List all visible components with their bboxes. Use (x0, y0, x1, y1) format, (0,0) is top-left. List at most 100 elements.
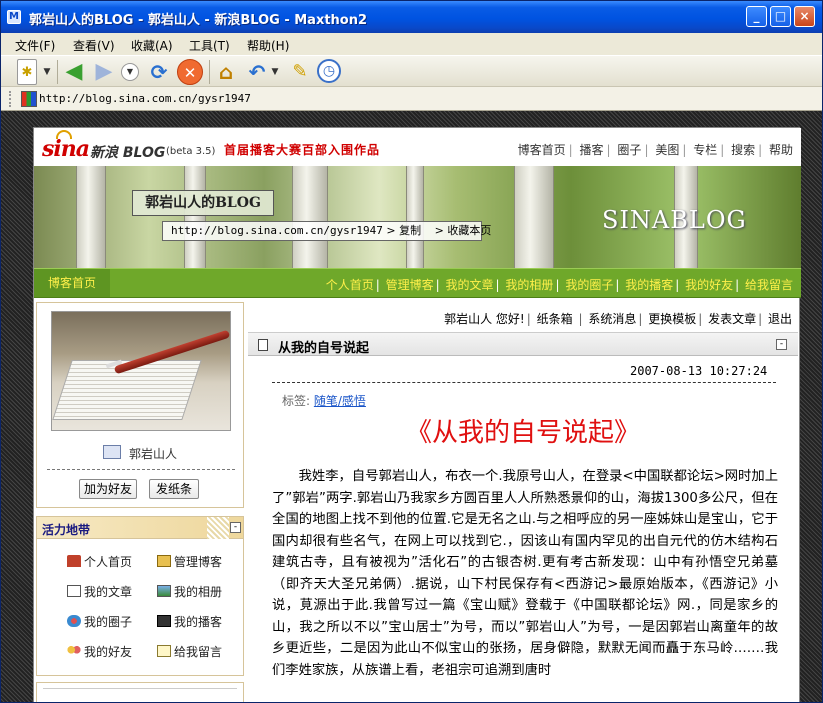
zone-link-my-album[interactable]: 我的相册 (157, 583, 222, 600)
undo-icon[interactable]: ↶ (244, 59, 270, 85)
history-dropdown-icon[interactable]: ▼ (121, 63, 139, 81)
send-note-button[interactable]: 发纸条 (149, 479, 199, 499)
banner-tree (76, 166, 106, 268)
blog-url-box: http://blog.sina.com.cn/gysr1947 > 复制 > … (162, 221, 491, 241)
logout-link[interactable]: 退出 (768, 312, 792, 326)
article-body: 我姓李，自号郭岩山人，布衣一个.我原号山人，在登录<中国联都论坛>网时加上了”郭… (272, 469, 778, 678)
message-icon (157, 645, 171, 657)
magic-wand-icon[interactable]: ✎ (287, 59, 313, 85)
topnav-column[interactable]: 专栏 (693, 143, 717, 157)
article-header: 从我的自号说起 - (248, 332, 798, 356)
tag-link[interactable]: 随笔/感悟 (314, 394, 366, 408)
back-icon[interactable]: ◀ (61, 59, 87, 85)
blog-title: 郭岩山人的BLOG (132, 190, 274, 216)
minimize-button[interactable]: _ (746, 6, 767, 27)
banner-tree (514, 166, 554, 268)
toolbar: ✱ ▼ ◀ ▶ ▼ ⟳ ✕ ⌂ ↶ ▼ ✎ ◷ (1, 55, 822, 87)
divider (43, 688, 237, 689)
zone-link-leave-message[interactable]: 给我留言 (157, 643, 222, 660)
blog-nav: 博客首页 个人首页 | 管理博客 | 我的文章 | 我的相册 | 我的圈子 | 我的播客 |… (34, 268, 801, 298)
nav-my-album[interactable]: 我的相册 (505, 278, 553, 292)
menu-file[interactable]: 文件(F) (15, 37, 55, 54)
topnav-blog-home[interactable]: 博客首页 (518, 143, 566, 157)
profile-box: 郭岩山人 加为好友 发纸条 (36, 302, 244, 508)
header-decoration (207, 517, 229, 539)
activity-zone-header: 活力地带 - (37, 517, 243, 539)
maxthon-icon[interactable]: M (7, 10, 21, 24)
system-messages-link[interactable]: 系统消息 (588, 312, 636, 326)
nav-my-podcast[interactable]: 我的播客 (625, 278, 673, 292)
post-article-link[interactable]: 发表文章 (708, 312, 756, 326)
nav-blog-home[interactable]: 博客首页 (34, 269, 110, 297)
video-icon (157, 615, 171, 627)
topnav-help[interactable]: 帮助 (769, 143, 793, 157)
nav-my-circle[interactable]: 我的圈子 (565, 278, 613, 292)
home-icon[interactable]: ⌂ (213, 59, 239, 85)
banner-tree (292, 166, 328, 268)
menu-favorites[interactable]: 收藏(A) (131, 37, 173, 54)
divider (272, 382, 776, 383)
zone-link-manage-blog[interactable]: 管理博客 (157, 553, 222, 570)
circle-icon (67, 615, 81, 627)
zone-link-my-circle[interactable]: 我的圈子 (67, 613, 132, 630)
collapse-button[interactable]: - (776, 339, 787, 350)
add-friend-button[interactable]: 加为好友 (79, 479, 137, 499)
nav-manage-blog[interactable]: 管理博客 (386, 278, 434, 292)
topnav-circle[interactable]: 圈子 (617, 143, 641, 157)
user-card-icon (103, 445, 121, 459)
article-header-title[interactable]: 从我的自号说起 (278, 337, 369, 356)
tag-label: 标签: (282, 394, 311, 408)
topnav-photos[interactable]: 美图 (655, 143, 679, 157)
sina-logo[interactable]: sina (42, 136, 90, 162)
copy-link[interactable]: > 复制 (386, 224, 421, 237)
article-title: 《从我的自号说起》 (405, 418, 640, 448)
notebox-link[interactable]: 纸条箱 (537, 312, 573, 326)
address-bar (1, 87, 822, 111)
maximize-button[interactable]: □ (770, 6, 791, 27)
zone-link-personal-home[interactable]: 个人首页 (67, 553, 132, 570)
refresh-icon[interactable]: ⟳ (146, 59, 172, 85)
zone-link-my-friends[interactable]: 我的好友 (67, 643, 132, 660)
blog-page: sina 新浪 BLOG (beta 3.5) 首届播客大赛百部入围作品 博客首… (33, 127, 801, 702)
article-icon (67, 585, 81, 597)
zone-link-my-podcast[interactable]: 我的播客 (157, 613, 222, 630)
nav-my-friends[interactable]: 我的好友 (685, 278, 733, 292)
collapse-button[interactable]: - (230, 522, 241, 533)
menu-help[interactable]: 帮助(H) (247, 37, 289, 54)
article-date: 2007-08-13 10:27:24 (630, 364, 768, 378)
sinablog-brand: SINABLOG (602, 206, 747, 234)
forward-icon[interactable]: ▶ (91, 59, 117, 85)
clock-icon[interactable]: ◷ (317, 59, 341, 83)
nav-my-articles[interactable]: 我的文章 (446, 278, 494, 292)
menu-tools[interactable]: 工具(T) (189, 37, 230, 54)
photo-icon (157, 585, 171, 597)
topnav-podcast[interactable]: 播客 (580, 143, 604, 157)
main-column: 郭岩山人 您好! | 纸条箱 | 系统消息 | 更换模板 | 发表文章 | 退出 从我的… (248, 302, 798, 702)
nav-personal-home[interactable]: 个人首页 (326, 278, 374, 292)
user-bar: 郭岩山人 您好! | 纸条箱 | 系统消息 | 更换模板 | 发表文章 | 退出 (444, 312, 792, 326)
profile-photo[interactable] (51, 311, 231, 431)
browser-window: M 郭岩山人的BLOG - 郭岩山人 - 新浪BLOG - Maxthon2 _… (0, 0, 823, 703)
address-grip (9, 91, 13, 107)
site-favicon-icon (21, 91, 37, 107)
stop-icon[interactable]: ✕ (177, 59, 203, 85)
divider (47, 469, 235, 470)
close-button[interactable]: × (794, 6, 815, 27)
zone-link-my-articles[interactable]: 我的文章 (67, 583, 132, 600)
banner-tree (406, 166, 424, 268)
profile-name[interactable]: 郭岩山人 (129, 445, 177, 462)
page-viewport[interactable]: sina 新浪 BLOG (beta 3.5) 首届播客大赛百部入围作品 博客首… (1, 111, 822, 702)
new-tab-dropdown-icon[interactable]: ▼ (41, 59, 53, 85)
title-bar[interactable]: M 郭岩山人的BLOG - 郭岩山人 - 新浪BLOG - Maxthon2 _… (1, 1, 822, 33)
menu-view[interactable]: 查看(V) (73, 37, 115, 54)
url-input[interactable] (39, 91, 739, 107)
banner-tree (184, 166, 206, 268)
change-template-link[interactable]: 更换模板 (648, 312, 696, 326)
nav-leave-message[interactable]: 给我留言 (745, 278, 793, 292)
undo-dropdown-icon[interactable]: ▼ (269, 59, 281, 85)
beta-label: (beta 3.5) (166, 146, 216, 157)
topnav-search[interactable]: 搜索 (731, 143, 755, 157)
new-tab-icon[interactable]: ✱ (17, 59, 37, 85)
bookmark-link[interactable]: > 收藏本页 (425, 224, 492, 237)
promo-link[interactable]: 首届播客大赛百部入围作品 (224, 141, 380, 158)
